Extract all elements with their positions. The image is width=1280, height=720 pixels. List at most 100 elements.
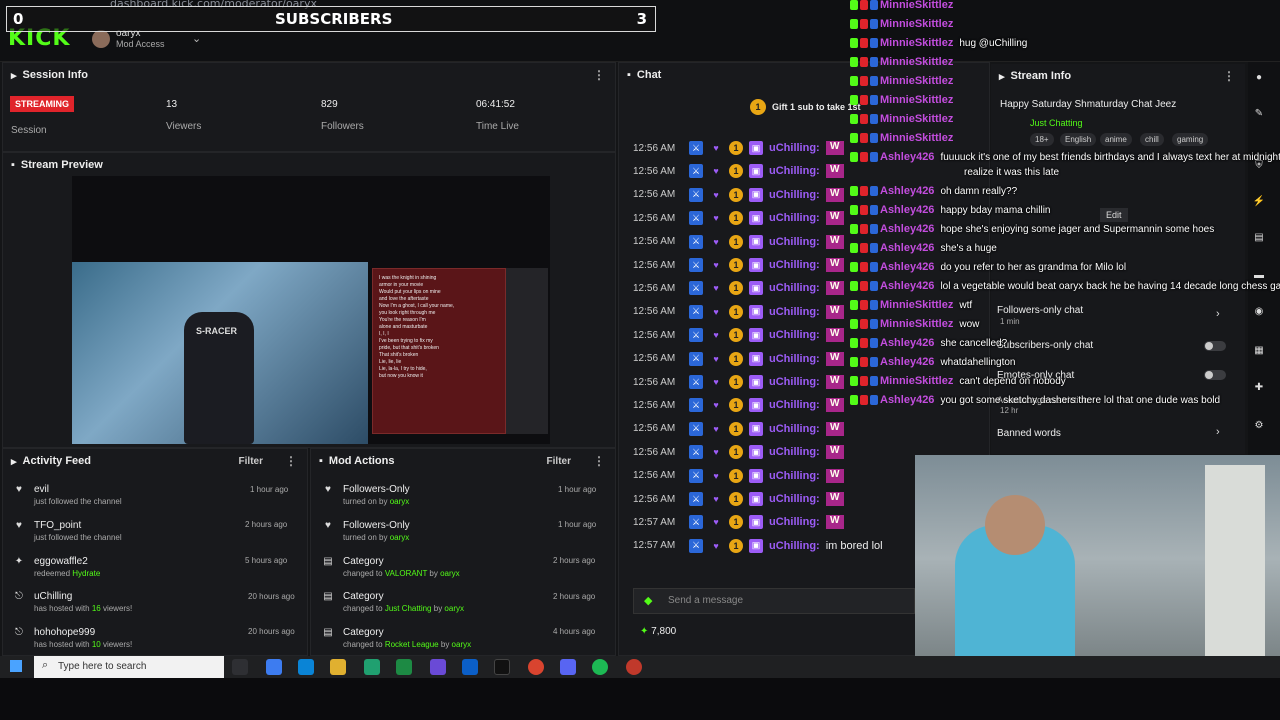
emote-icon: W [825, 398, 844, 413]
layout-icon[interactable]: ▦ [1252, 345, 1266, 359]
chat-username[interactable]: uChilling: [769, 376, 820, 388]
viewers-label: Viewers [166, 121, 202, 132]
overlay-chat-line: Ashley426 lol a vegetable would beat oary… [850, 278, 1280, 294]
more-icon[interactable]: ⋮ [593, 454, 605, 468]
chat-username[interactable]: uChilling: [769, 212, 820, 224]
chat-username[interactable]: uChilling: [769, 306, 820, 318]
chat-message[interactable]: 12:56 AM ⚔ ♥ 1 ▣ uChilling: W [633, 304, 844, 319]
chat-username[interactable]: uChilling: [769, 423, 820, 435]
more-icon[interactable]: ⋮ [593, 68, 605, 82]
chat-message[interactable]: 12:56 AM ⚔ ♥ 1 ▣ uChilling: W [633, 445, 844, 460]
followers-only-chat[interactable]: Followers-only chat [997, 305, 1083, 316]
task-view-icon[interactable] [232, 659, 248, 675]
live-badge: STREAMING [10, 96, 74, 112]
badge-icon [850, 395, 858, 405]
edit-button[interactable]: Edit [1100, 208, 1128, 222]
chat-message[interactable]: 12:57 AM ⚔ ♥ 1 ▣ uChilling: W [633, 515, 844, 530]
chat-message[interactable]: 12:56 AM ⚔ ♥ 1 ▣ uChilling: W [633, 351, 844, 366]
chat-message[interactable]: 12:56 AM ⚔ ♥ 1 ▣ uChilling: W [633, 258, 844, 272]
chevron-right-icon[interactable]: › [1216, 308, 1220, 320]
spotify-icon[interactable] [592, 659, 608, 675]
chat-username[interactable]: uChilling: [769, 493, 820, 505]
chat-message[interactable]: 12:56 AM ⚔ ♥ 1 ▣ uChilling: W [633, 281, 844, 296]
followers-value: 829 [321, 99, 338, 110]
sub-right-count: 3 [636, 10, 647, 28]
edit-icon[interactable]: ✎ [1252, 108, 1266, 122]
chat-username[interactable]: uChilling: [769, 189, 820, 201]
windows-start-icon[interactable] [10, 660, 22, 672]
chat-username[interactable]: uChilling: [769, 259, 820, 271]
edge-icon[interactable] [298, 659, 314, 675]
chevron-right-icon[interactable]: › [1216, 426, 1220, 438]
chat-username[interactable]: uChilling: [769, 446, 820, 458]
chat-username[interactable]: uChilling: [769, 516, 820, 528]
overlay-username: Ashley426 [880, 242, 935, 254]
sub-badge-icon: ▣ [749, 351, 763, 366]
heart-badge-icon: ♥ [713, 330, 719, 341]
chat-message[interactable]: 12:56 AM ⚔ ♥ 1 ▣ uChilling: W [633, 398, 844, 413]
gift-badge-icon: 1 [729, 351, 743, 366]
discord-icon[interactable] [560, 659, 576, 675]
chat-message[interactable]: 12:57 AM ⚔ ♥ 1 ▣ uChilling: im bored lol [633, 538, 883, 553]
more-icon[interactable]: ⋮ [285, 454, 297, 468]
list-icon[interactable]: ▤ [1252, 232, 1266, 246]
chat-message[interactable]: 12:56 AM ⚔ ♥ 1 ▣ uChilling: W [633, 375, 844, 389]
banned-words[interactable]: Banned words [997, 428, 1061, 439]
chat-username[interactable]: uChilling: [769, 236, 820, 248]
gift-badge-icon: 1 [729, 187, 743, 202]
subscribers-only-chat[interactable]: Subscribers-only chat [997, 340, 1093, 351]
preview-sidebar [506, 268, 548, 434]
emote-icon: W [825, 281, 844, 296]
chat-message[interactable]: 12:56 AM ⚔ ♥ 1 ▣ uChilling: W [633, 328, 844, 343]
emote-icon[interactable]: ◆ [644, 594, 652, 607]
folder-icon[interactable] [330, 659, 346, 675]
emotes-only-toggle[interactable] [1204, 370, 1226, 380]
chat-message[interactable]: 12:56 AM ⚔ ♥ 1 ▣ uChilling: W [633, 164, 844, 179]
chat-message[interactable]: 12:56 AM ⚔ ♥ 1 ▣ uChilling: W [633, 492, 844, 506]
bolt-icon[interactable]: ⚡ [1252, 196, 1266, 210]
chat-username[interactable]: uChilling: [769, 329, 820, 341]
chrome-icon[interactable] [528, 659, 544, 675]
wrench-icon[interactable]: ✚ [1252, 382, 1266, 396]
subscribers-only-toggle[interactable] [1204, 341, 1226, 351]
chat-username[interactable]: uChilling: [769, 470, 820, 482]
mod-time: 1 hour ago [558, 485, 597, 494]
chat-message[interactable]: 12:56 AM ⚔ ♥ 1 ▣ uChilling: W [633, 234, 844, 249]
chat-username[interactable]: uChilling: [769, 399, 820, 411]
mod-filter-button[interactable]: Filter [547, 456, 571, 467]
settings-icon[interactable]: ⚙ [1252, 420, 1266, 434]
app-icon[interactable] [430, 659, 446, 675]
search-icon: ⌕ [42, 659, 49, 671]
xbox-icon[interactable] [396, 659, 412, 675]
chat-message[interactable]: 12:56 AM ⚔ ♥ 1 ▣ uChilling: W [633, 211, 844, 226]
chat-message[interactable]: 12:56 AM ⚔ ♥ 1 ▣ uChilling: W [633, 421, 844, 436]
taskbar-search[interactable]: ⌕ Type here to search [34, 656, 224, 678]
app-icon[interactable] [266, 659, 282, 675]
activity-filter-button[interactable]: Filter [239, 456, 263, 467]
emote-icon: W [825, 515, 844, 530]
store-icon[interactable] [364, 659, 380, 675]
chat-username[interactable]: uChilling: [769, 142, 820, 154]
chat-username[interactable]: uChilling: [769, 540, 820, 552]
more-icon[interactable]: ⋮ [1223, 69, 1235, 83]
overlay-message: oh damn really?? [940, 185, 1018, 197]
overlay-username: MinnieSkittlez [880, 132, 954, 144]
chevron-down-icon[interactable]: ⌄ [192, 32, 201, 45]
tiktok-icon[interactable] [494, 659, 510, 675]
gift-banner[interactable]: 1 Gift 1 sub to take 1st [750, 99, 861, 115]
broadcast-icon[interactable]: ◉ [1252, 306, 1266, 320]
chat-username[interactable]: uChilling: [769, 353, 820, 365]
user-switcher[interactable]: oaryx Mod Access [92, 29, 165, 49]
chat-username[interactable]: uChilling: [769, 165, 820, 177]
obs-icon[interactable] [626, 659, 642, 675]
info-icon[interactable]: ● [1252, 72, 1266, 86]
outlook-icon[interactable] [462, 659, 478, 675]
chat-message[interactable]: 12:56 AM ⚔ ♥ 1 ▣ uChilling: W [633, 468, 844, 483]
chat-message[interactable]: 12:56 AM ⚔ ♥ 1 ▣ uChilling: W [633, 187, 844, 202]
chat-time: 12:56 AM [633, 470, 676, 482]
chat-username[interactable]: uChilling: [769, 282, 820, 294]
chat-message[interactable]: 12:56 AM ⚔ ♥ 1 ▣ uChilling: W [633, 141, 844, 155]
badge-icon [850, 133, 858, 143]
emote-icon: W [825, 164, 844, 179]
send-message-input[interactable]: ◆ Send a message [633, 588, 915, 614]
